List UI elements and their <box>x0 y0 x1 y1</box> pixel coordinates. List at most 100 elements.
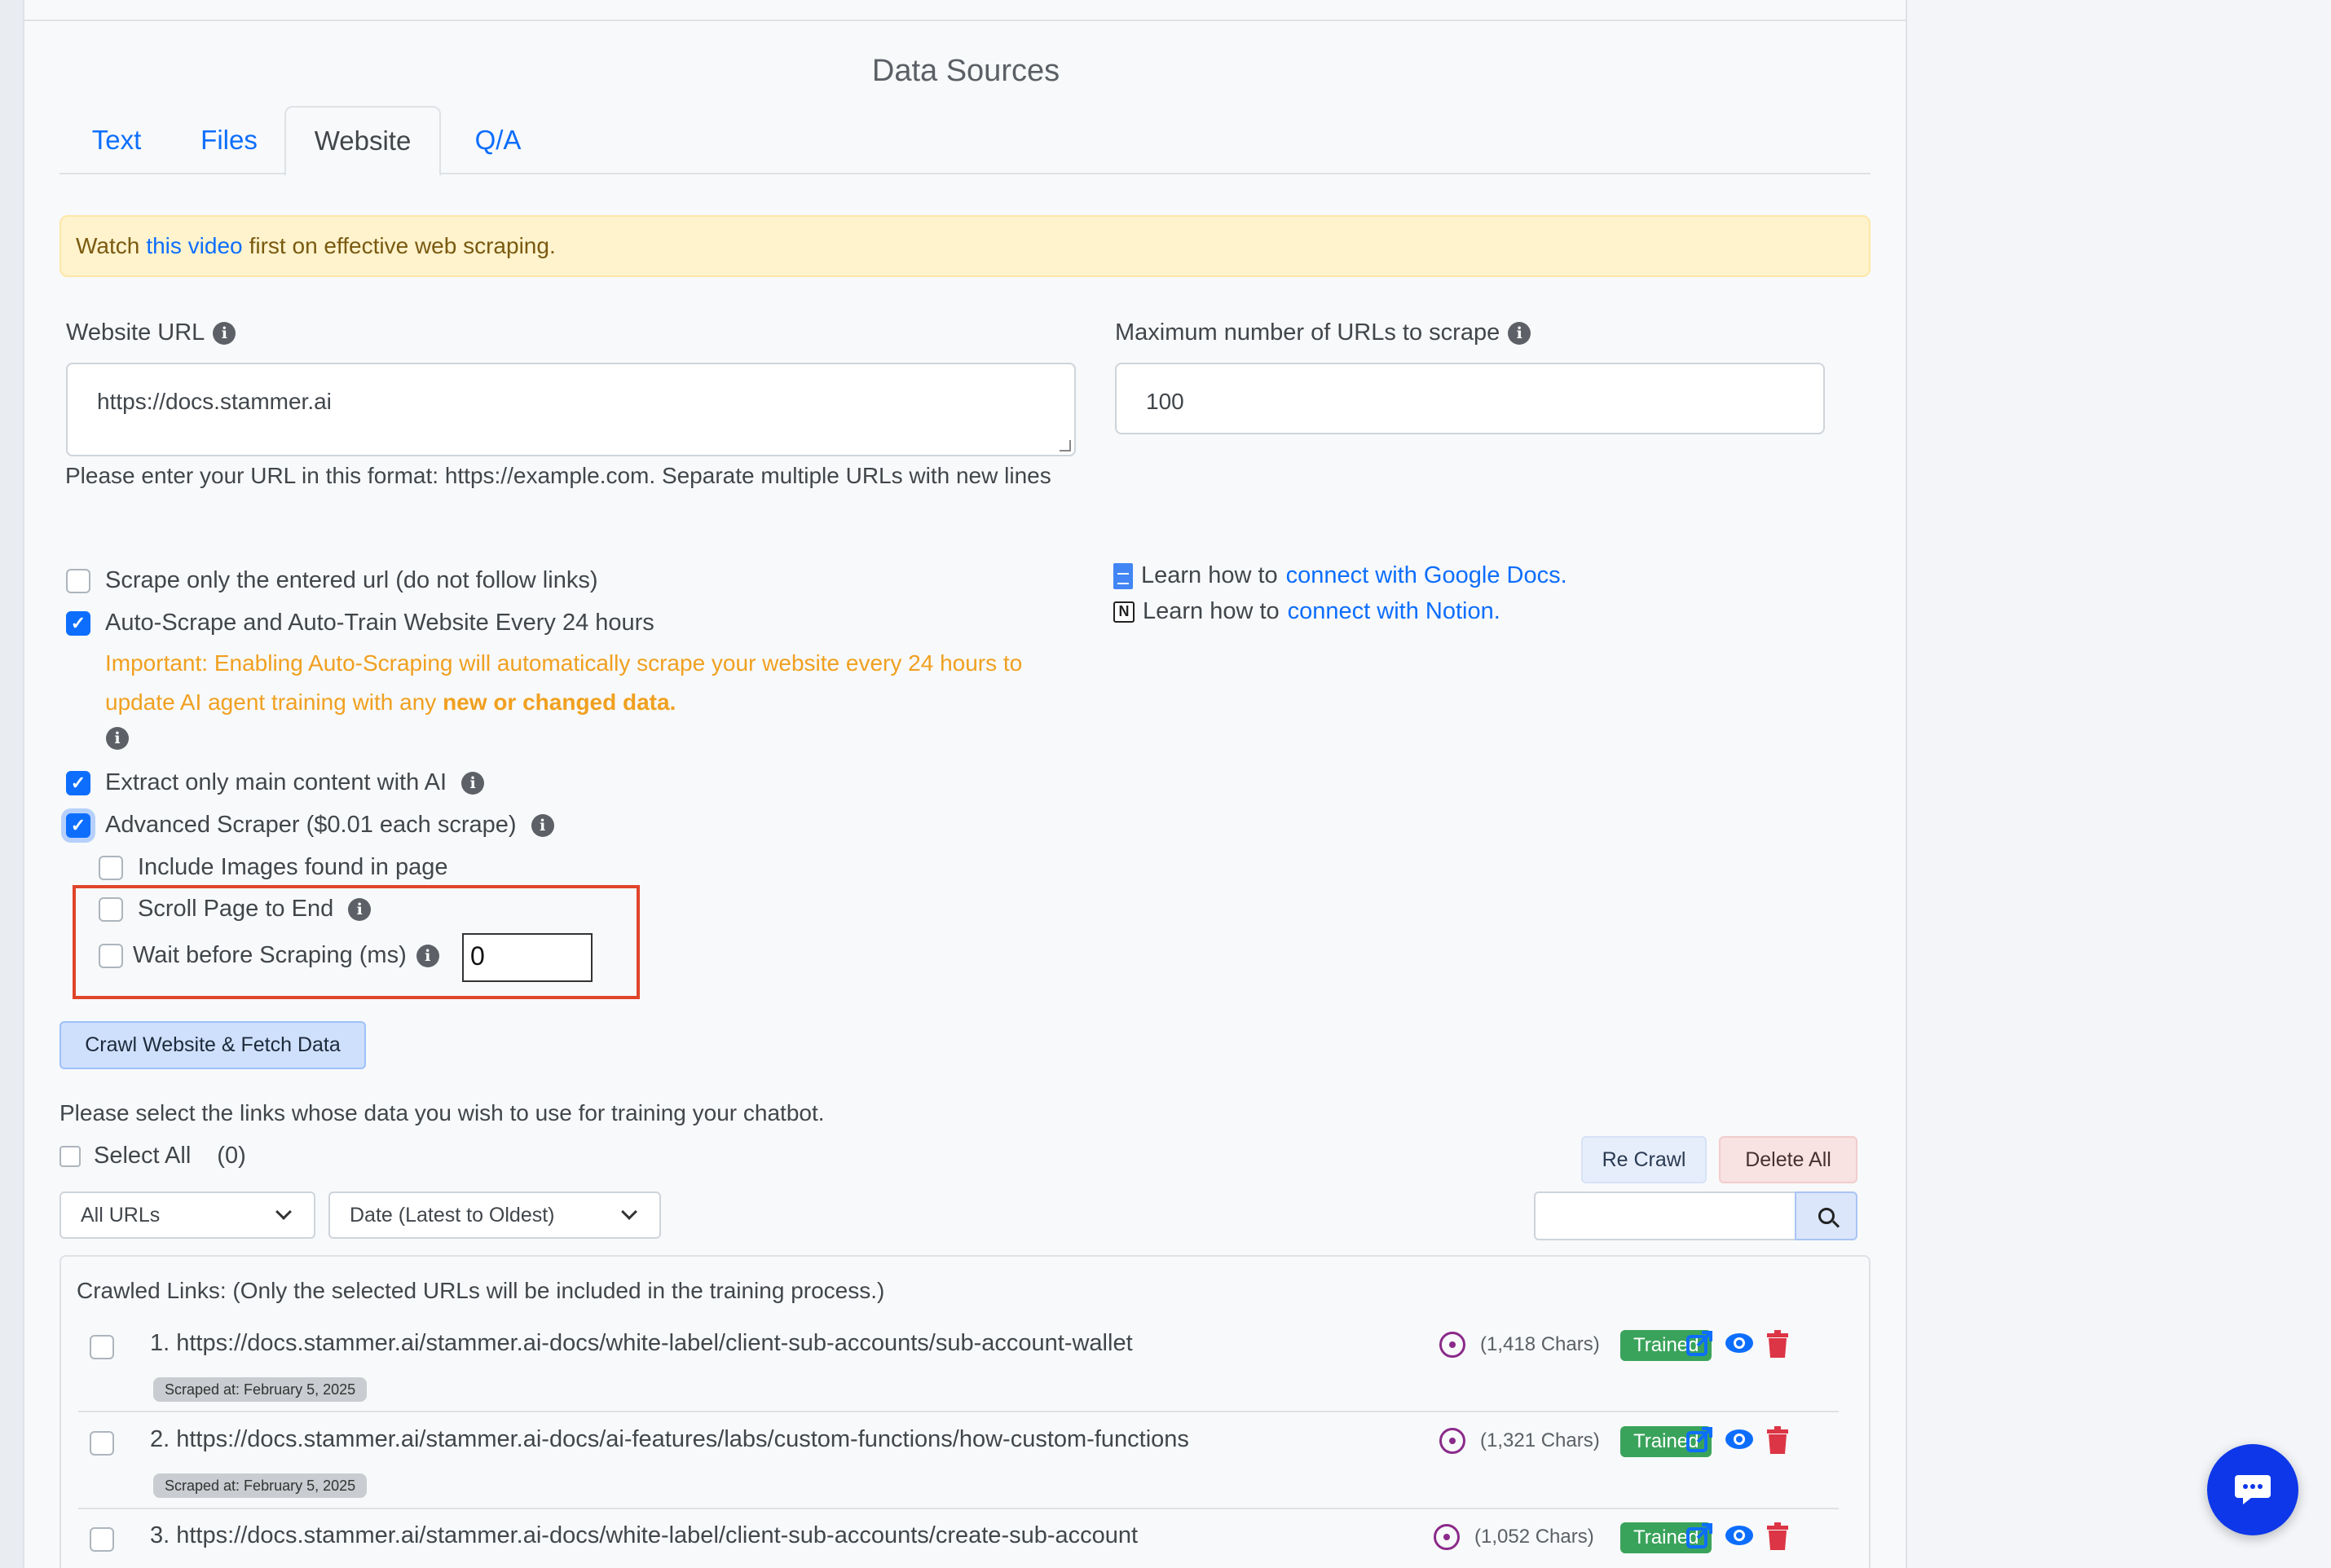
trash-icon[interactable] <box>1765 1522 1790 1550</box>
extract-main-label: Extract only main content with AI <box>105 769 447 795</box>
max-urls-value: 100 <box>1146 389 1184 414</box>
video-link[interactable]: this video <box>146 233 242 259</box>
scrape-only-option[interactable]: Scrape only the entered url (do not foll… <box>66 567 597 594</box>
notion-icon: N <box>1113 601 1135 623</box>
advanced-scraper-checkbox[interactable]: ✓ <box>66 813 90 838</box>
info-icon[interactable]: i <box>106 727 129 750</box>
alert-text-before: Watch <box>76 233 140 258</box>
auto-scrape-checkbox[interactable]: ✓ <box>66 610 90 636</box>
scroll-end-checkbox[interactable] <box>99 896 123 922</box>
select-all-row[interactable]: Select All (0) <box>59 1143 246 1169</box>
wait-before-option[interactable]: Wait before Scraping (ms) i <box>99 942 439 969</box>
char-count: (1,418 Chars) <box>1480 1333 1600 1355</box>
info-icon[interactable]: i <box>531 813 554 837</box>
scrape-only-checkbox[interactable] <box>66 568 90 593</box>
scraped-date-badge: Scraped at: February 5, 2025 <box>153 1473 368 1498</box>
selected-count: (0) <box>217 1143 246 1169</box>
row-divider <box>78 1411 1839 1412</box>
search-input[interactable] <box>1534 1191 1796 1240</box>
extract-main-checkbox[interactable]: ✓ <box>66 770 90 795</box>
auto-scrape-warning: Important: Enabling Auto-Scraping will a… <box>105 644 1067 722</box>
link-checkbox[interactable] <box>90 1335 114 1359</box>
row-divider <box>78 1508 1839 1509</box>
sort-dropdown[interactable]: Date (Latest to Oldest) <box>328 1191 661 1239</box>
target-icon[interactable] <box>1439 1428 1465 1454</box>
url-filter-dropdown[interactable]: All URLs <box>59 1191 315 1239</box>
auto-warning-bold: new or changed data. <box>443 689 676 715</box>
select-links-prompt: Please select the links whose data you w… <box>59 1100 825 1125</box>
include-images-checkbox[interactable] <box>99 855 123 880</box>
link-row: 2. https://docs.stammer.ai/stammer.ai-do… <box>78 1426 1839 1516</box>
google-prefix: Learn how to <box>1141 562 1278 588</box>
info-icon[interactable]: i <box>213 321 236 345</box>
tab-qa[interactable]: Q/A <box>443 106 553 174</box>
tab-bar: Text Files Website Q/A <box>59 106 1871 176</box>
resize-handle-icon[interactable] <box>1060 440 1071 451</box>
tab-website[interactable]: Website <box>284 106 441 176</box>
google-docs-link[interactable]: connect with Google Docs. <box>1286 562 1567 589</box>
crawled-links-header: Crawled Links: (Only the selected URLs w… <box>77 1278 885 1303</box>
wait-before-checkbox[interactable] <box>99 943 123 968</box>
extract-main-option[interactable]: ✓ Extract only main content with AI i <box>66 769 485 796</box>
select-all-label: Select All <box>94 1143 192 1169</box>
url-filter-value: All URLs <box>81 1203 161 1227</box>
max-urls-label: Maximum number of URLs to scrape i <box>1115 319 1531 346</box>
alert-text-after: first on effective web scraping. <box>249 233 556 258</box>
max-urls-label-text: Maximum number of URLs to scrape <box>1115 319 1500 346</box>
website-url-value: https://docs.stammer.ai <box>97 389 332 414</box>
eye-icon[interactable] <box>1725 1524 1754 1547</box>
include-images-label: Include Images found in page <box>138 854 448 880</box>
notion-prefix: Learn how to <box>1143 598 1280 624</box>
website-url-label-text: Website URL <box>66 319 205 346</box>
select-all-checkbox[interactable] <box>59 1145 81 1167</box>
info-icon[interactable]: i <box>348 897 372 921</box>
include-images-option[interactable]: Include Images found in page <box>99 854 448 881</box>
chevron-down-icon <box>275 1204 292 1220</box>
page-title: Data Sources <box>871 54 1060 88</box>
info-icon[interactable]: i <box>1508 321 1531 345</box>
scroll-end-label: Scroll Page to End <box>138 896 334 922</box>
left-edge <box>0 0 24 1568</box>
link-checkbox[interactable] <box>90 1431 114 1456</box>
link-url: 1. https://docs.stammer.ai/stammer.ai-do… <box>150 1330 1133 1356</box>
notion-link[interactable]: connect with Notion. <box>1288 598 1500 625</box>
delete-all-button[interactable]: Delete All <box>1719 1136 1857 1183</box>
eye-icon[interactable] <box>1725 1428 1754 1451</box>
search-icon <box>1818 1208 1835 1224</box>
google-docs-help: Learn how to connect with Google Docs. <box>1113 562 1567 589</box>
external-link-icon[interactable] <box>1685 1426 1713 1454</box>
scraping-video-alert: Watch this video first on effective web … <box>59 215 1871 277</box>
max-urls-input[interactable]: 100 <box>1115 363 1825 434</box>
target-icon[interactable] <box>1439 1332 1465 1358</box>
auto-scrape-label: Auto-Scrape and Auto-Train Website Every… <box>105 610 654 636</box>
advanced-scraper-label: Advanced Scraper ($0.01 each scrape) <box>105 812 517 838</box>
trash-icon[interactable] <box>1765 1426 1790 1454</box>
auto-scrape-option[interactable]: ✓ Auto-Scrape and Auto-Train Website Eve… <box>66 610 654 636</box>
link-row: 3. https://docs.stammer.ai/stammer.ai-do… <box>78 1522 1839 1568</box>
advanced-scraper-option[interactable]: ✓ Advanced Scraper ($0.01 each scrape) i <box>66 812 554 839</box>
crawl-website-button[interactable]: Crawl Website & Fetch Data <box>59 1021 366 1069</box>
tab-text[interactable]: Text <box>59 106 174 174</box>
sort-value: Date (Latest to Oldest) <box>350 1203 555 1227</box>
chat-bubble-icon <box>2235 1475 2271 1504</box>
tab-files[interactable]: Files <box>174 106 284 174</box>
eye-icon[interactable] <box>1725 1332 1754 1354</box>
scrape-only-label: Scrape only the entered url (do not foll… <box>105 567 598 593</box>
external-link-icon[interactable] <box>1685 1522 1713 1550</box>
trash-icon[interactable] <box>1765 1330 1790 1358</box>
wait-before-label: Wait before Scraping (ms) <box>133 942 407 968</box>
website-url-help: Please enter your URL in this format: ht… <box>65 463 1051 488</box>
recrawl-button[interactable]: Re Crawl <box>1581 1136 1707 1183</box>
info-icon[interactable]: i <box>416 944 439 967</box>
link-checkbox[interactable] <box>90 1527 114 1552</box>
wait-ms-input[interactable]: 0 <box>462 933 593 982</box>
notion-help: N Learn how to connect with Notion. <box>1113 598 1500 625</box>
top-divider <box>24 20 1907 21</box>
info-icon[interactable]: i <box>461 771 485 795</box>
target-icon[interactable] <box>1434 1524 1460 1550</box>
website-url-textarea[interactable]: https://docs.stammer.ai <box>66 363 1076 456</box>
chat-launcher-button[interactable] <box>2207 1444 2298 1535</box>
external-link-icon[interactable] <box>1685 1330 1713 1358</box>
scroll-end-option[interactable]: Scroll Page to End i <box>99 896 372 923</box>
search-button[interactable] <box>1795 1191 1857 1240</box>
